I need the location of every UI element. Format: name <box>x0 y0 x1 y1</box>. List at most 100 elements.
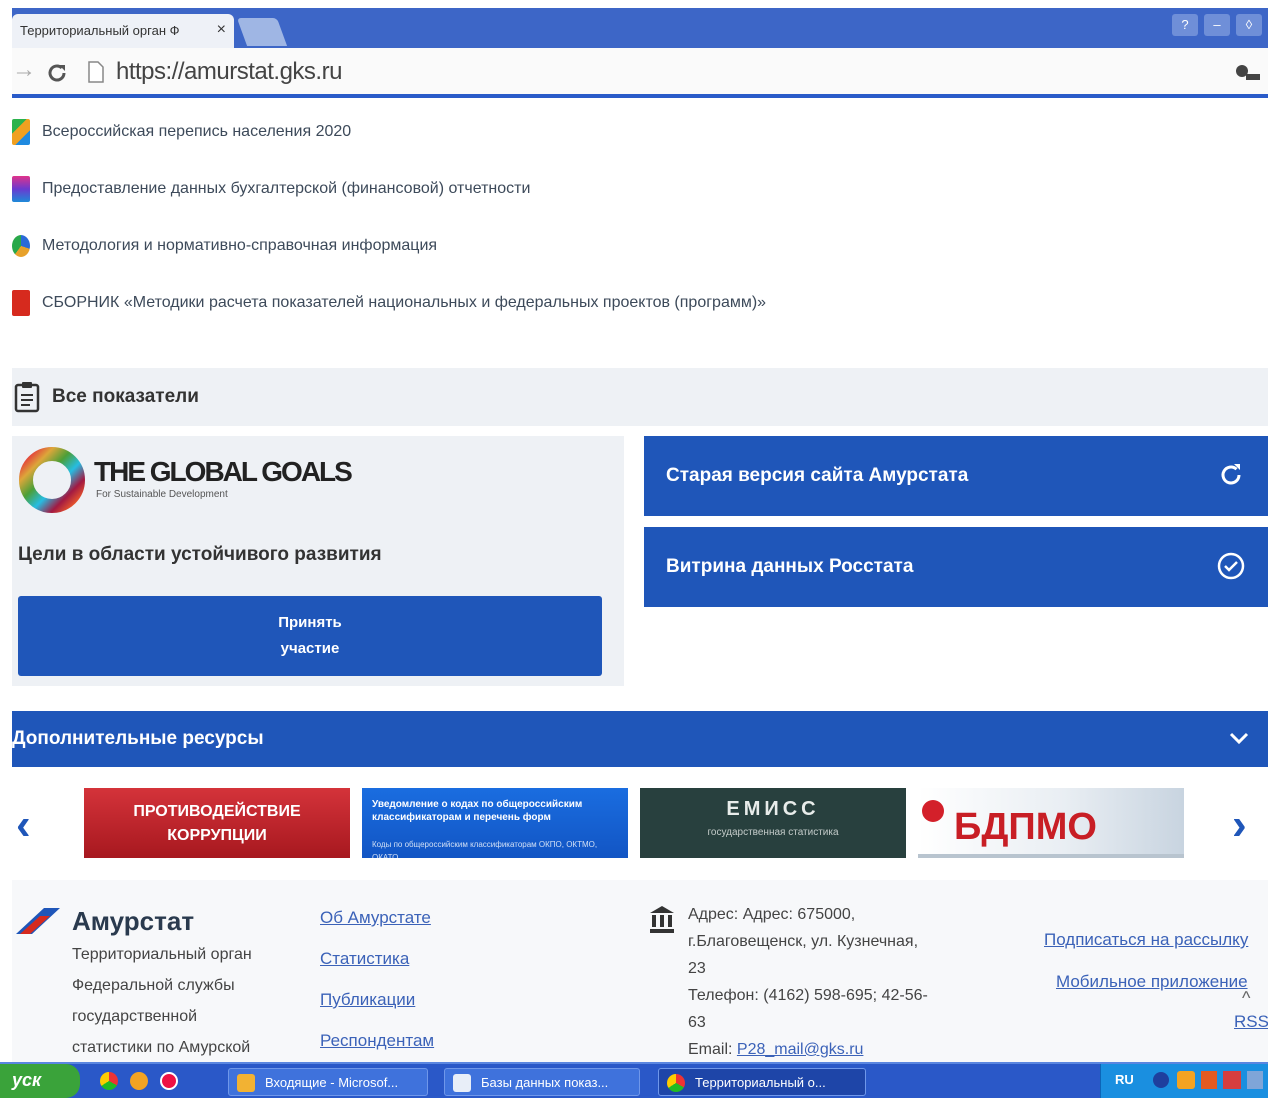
data-showcase-label: Витрина данных Росстата <box>666 556 914 577</box>
clipboard-icon <box>14 382 40 413</box>
tab-strip: Территориальный орган Ф × ? – ◊ <box>12 8 1268 48</box>
system-tray: RU <box>1100 1064 1268 1098</box>
bdpmo-banner[interactable]: БДПМО <box>918 788 1184 858</box>
subscribe-link[interactable]: Подписаться на рассылку <box>1044 930 1248 950</box>
page-icon <box>88 61 104 83</box>
link-label: СБОРНИК «Методики расчета показателей на… <box>42 294 767 311</box>
browser-chrome: Территориальный орган Ф × ? – ◊ → https:… <box>12 8 1268 104</box>
link-label: Предоставление данных бухгалтерской (фин… <box>42 180 531 197</box>
bank-building-icon <box>650 906 674 933</box>
global-goals-card: THE GLOBAL GOALS For Sustainable Develop… <box>12 436 624 686</box>
refresh-icon <box>1221 464 1241 485</box>
tab-close-icon[interactable]: × <box>217 21 226 39</box>
carousel-prev-button[interactable]: ‹ <box>16 800 31 850</box>
reporting-icon <box>12 176 30 202</box>
footer-brand: Амурстат <box>72 906 195 936</box>
scroll-up-button[interactable]: ^ <box>1242 988 1250 1009</box>
global-goals-title: THE GLOBAL GOALS <box>94 456 353 487</box>
chrome-icon <box>667 1074 685 1092</box>
footer-brand-desc: государственной <box>72 1008 198 1025</box>
banner-line: государственная статистика <box>707 827 839 838</box>
document-icon <box>453 1074 471 1092</box>
global-goals-wheel-icon <box>19 447 85 513</box>
amurstat-logo-icon <box>16 908 60 934</box>
window-restore-button[interactable]: ◊ <box>1236 14 1262 36</box>
antivirus-icon[interactable] <box>1223 1071 1241 1089</box>
banner-line: КОРРУПЦИИ <box>167 827 267 844</box>
taskbar-item-inbox[interactable]: Входящие - Microsof... <box>228 1068 428 1096</box>
quicklaunch-app-icon[interactable] <box>130 1072 148 1090</box>
tray-flame-icon[interactable] <box>1201 1071 1217 1089</box>
chevron-down-icon <box>1229 732 1249 745</box>
link-collection[interactable]: СБОРНИК «Методики расчета показателей на… <box>12 288 766 318</box>
tray-app-icon[interactable] <box>1177 1071 1195 1089</box>
footer-email-line: Email: P28_mail@gks.ru <box>688 1041 863 1059</box>
start-button[interactable]: уск <box>0 1064 80 1098</box>
network-icon[interactable] <box>1153 1072 1169 1088</box>
footer-address-line: г.Благовещенск, ул. Кузнечная, <box>688 933 919 950</box>
taskbar-item-amurstat[interactable]: Территориальный о... <box>658 1068 866 1096</box>
key-icon[interactable] <box>1234 62 1264 86</box>
browser-tab[interactable]: Территориальный орган Ф × <box>12 14 234 48</box>
link-census[interactable]: Всероссийская перепись населения 2020 <box>12 117 351 147</box>
old-site-button[interactable]: Старая версия сайта Амурстата <box>644 436 1268 516</box>
carousel-next-button[interactable]: › <box>1232 800 1247 850</box>
emiss-banner[interactable]: ЕМИСС государственная статистика <box>640 788 906 858</box>
banner-line: БДПМО <box>954 806 1097 848</box>
additional-resources-bar[interactable]: Дополнительные ресурсы <box>12 711 1268 767</box>
footer-address-line: Адрес: Адрес: 675000, <box>688 906 856 923</box>
check-circle-icon <box>1217 552 1245 580</box>
chrome-quicklaunch-icon[interactable] <box>100 1072 118 1090</box>
back-arrow-icon[interactable]: → <box>12 56 36 84</box>
language-indicator[interactable]: RU <box>1115 1072 1134 1087</box>
data-showcase-button[interactable]: Витрина данных Росстата <box>644 527 1268 607</box>
footer-link-about[interactable]: Об Амурстате <box>320 908 431 928</box>
banner-line: Уведомление о кодах по общероссийским <box>372 799 583 810</box>
footer-link-publications[interactable]: Публикации <box>320 990 415 1010</box>
old-site-label: Старая версия сайта Амурстата <box>666 465 969 486</box>
taskbar-item-label: Территориальный о... <box>695 1075 826 1090</box>
participate-button[interactable]: Принять участие <box>18 596 602 676</box>
methodology-icon <box>12 235 30 257</box>
footer-brand-desc: Территориальный орган <box>72 946 252 963</box>
footer-brand-desc: статистики по Амурской <box>72 1039 251 1056</box>
taskbar-item-databases[interactable]: Базы данных показ... <box>444 1068 640 1096</box>
footer-link-statistics[interactable]: Статистика <box>320 949 409 969</box>
outlook-icon <box>237 1074 255 1092</box>
rss-link[interactable]: RSS <box>1234 1012 1268 1032</box>
link-methodology[interactable]: Методология и нормативно-справочная инфо… <box>12 231 437 261</box>
classifier-codes-banner[interactable]: Уведомление о кодах по общероссийским кл… <box>362 788 628 858</box>
footer-link-respondents[interactable]: Респондентам <box>320 1031 434 1051</box>
link-label: Всероссийская перепись населения 2020 <box>42 123 352 140</box>
taskbar-item-label: Входящие - Microsof... <box>265 1075 399 1090</box>
anti-corruption-banner[interactable]: ПРОТИВОДЕЙСТВИЕ КОРРУПЦИИ <box>84 788 350 858</box>
reload-icon[interactable] <box>46 62 68 84</box>
yandex-quicklaunch-icon[interactable] <box>160 1072 178 1090</box>
footer-email-link[interactable]: P28_mail@gks.ru <box>737 1041 864 1058</box>
census-icon <box>12 119 30 145</box>
new-tab-button[interactable] <box>236 18 288 46</box>
mobile-app-link[interactable]: Мобильное приложение <box>1056 972 1248 992</box>
taskbar: уск Входящие - Microsof... Базы данных п… <box>0 1062 1268 1098</box>
taskbar-item-label: Базы данных показ... <box>481 1075 609 1090</box>
additional-resources-label: Дополнительные ресурсы <box>12 728 264 749</box>
footer-phone-line: 63 <box>688 1014 706 1031</box>
global-goals-subtitle: For Sustainable Development <box>96 489 228 500</box>
volume-icon[interactable] <box>1247 1071 1263 1089</box>
url-input[interactable]: https://amurstat.gks.ru <box>116 58 342 86</box>
link-financial-reporting[interactable]: Предоставление данных бухгалтерской (фин… <box>12 174 530 204</box>
tab-title: Территориальный орган Ф <box>20 23 180 38</box>
banner-line: ПРОТИВОДЕЙСТВИЕ <box>133 803 301 820</box>
footer-email-label: Email: <box>688 1041 737 1058</box>
global-goals-description: Цели в области устойчивого развития <box>18 544 382 565</box>
all-indicators-label: Все показатели <box>52 386 199 407</box>
footer: Амурстат Территориальный орган Федеральн… <box>12 880 1268 1062</box>
window-help-button[interactable]: ? <box>1172 14 1198 36</box>
footer-phone-line: Телефон: (4162) 598-695; 42-56- <box>688 987 928 1004</box>
window-minimize-button[interactable]: – <box>1204 14 1230 36</box>
address-bar: → https://amurstat.gks.ru <box>12 48 1268 98</box>
footer-address-line: 23 <box>688 960 706 977</box>
bdpmo-logo-icon <box>922 800 944 822</box>
all-indicators-bar[interactable]: Все показатели <box>12 368 1268 426</box>
banner-line: Коды по общероссийским классификаторам О… <box>372 840 598 858</box>
